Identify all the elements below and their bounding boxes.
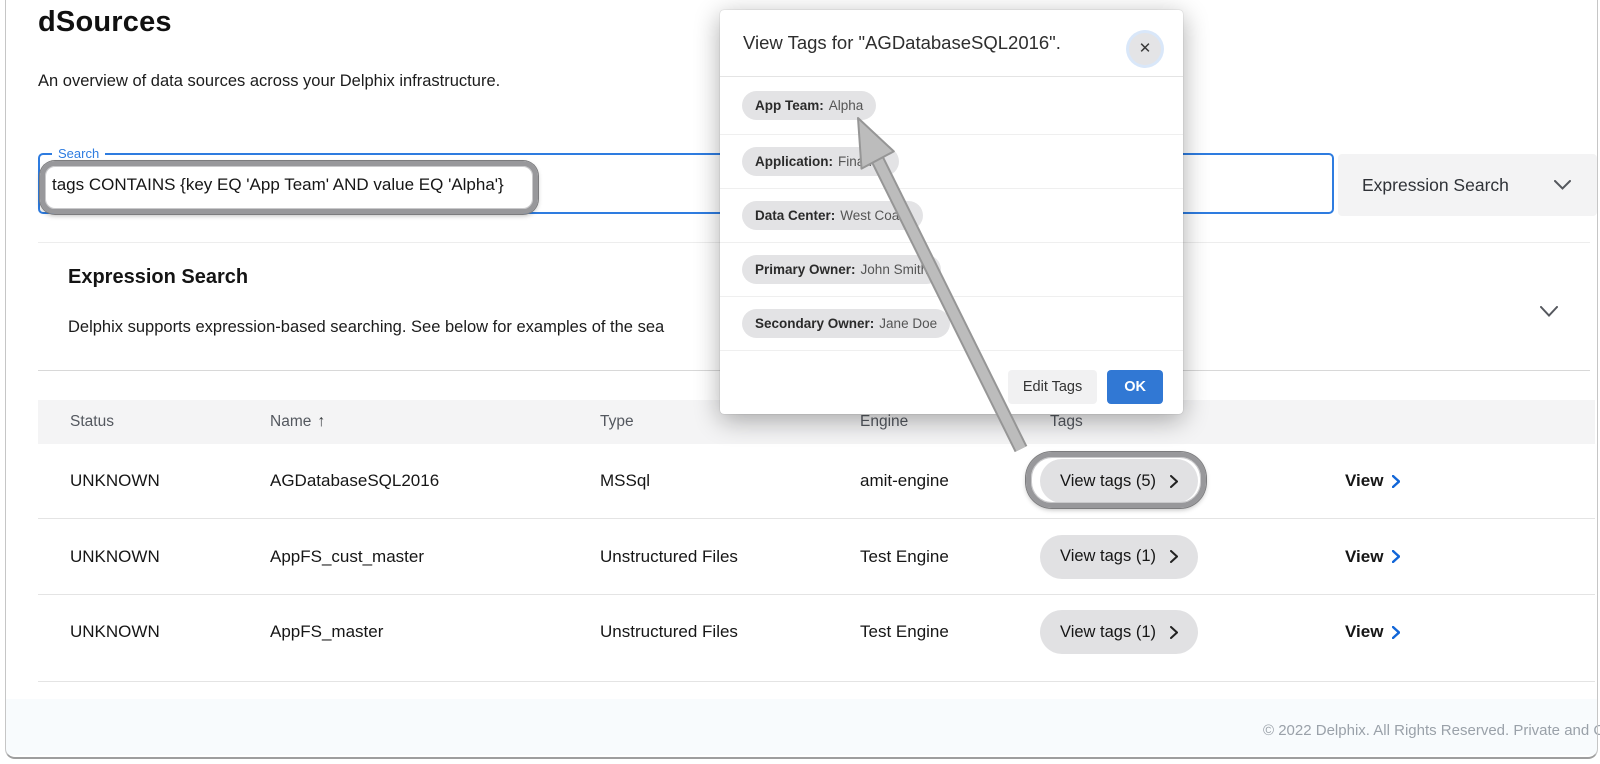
column-header-tags: Tags	[1050, 413, 1083, 431]
chevron-right-icon	[1170, 475, 1178, 488]
status-cell: UNKNOWN	[70, 622, 160, 642]
chevron-right-icon	[1392, 626, 1400, 639]
view-tags-button[interactable]: View tags (5)	[1040, 459, 1198, 503]
page-subtitle: An overview of data sources across your …	[38, 72, 500, 91]
tag-chip: Data Center:West Coast	[742, 201, 923, 230]
status-cell: UNKNOWN	[70, 547, 160, 567]
type-cell: Unstructured Files	[600, 622, 738, 642]
chevron-right-icon	[1170, 626, 1178, 639]
type-cell: Unstructured Files	[600, 547, 738, 567]
engine-link[interactable]: Test Engine	[860, 622, 949, 642]
tag-row: Data Center:West Coast	[720, 189, 1183, 243]
chevron-right-icon	[1392, 550, 1400, 563]
view-link[interactable]: View	[1345, 471, 1400, 491]
chevron-right-icon	[1392, 475, 1400, 488]
dsources-page: dSources An overview of data sources acr…	[0, 0, 1600, 764]
tag-row: Application:Finance	[720, 135, 1183, 189]
view-tags-button[interactable]: View tags (1)	[1040, 610, 1198, 654]
view-tags-button[interactable]: View tags (1)	[1040, 535, 1198, 579]
name-cell: AppFS_master	[270, 622, 383, 642]
name-cell: AGDatabaseSQL2016	[270, 471, 439, 491]
tag-row: Primary Owner:John Smith	[720, 243, 1183, 297]
type-cell: MSSql	[600, 471, 650, 491]
chevron-down-icon	[1540, 306, 1558, 317]
tag-chip: Primary Owner:John Smith	[742, 255, 941, 284]
close-icon[interactable]: ✕	[1129, 33, 1161, 65]
search-mode-dropdown[interactable]: Expression Search	[1338, 154, 1597, 216]
engine-link[interactable]: amit-engine	[860, 471, 949, 491]
sort-ascending-icon: ↑	[317, 413, 325, 430]
dialog-header: View Tags for "AGDatabaseSQL2016". ✕	[720, 10, 1183, 77]
column-header-engine: Engine	[860, 413, 908, 431]
dialog-body: App Team:Alpha Application:Finance Data …	[720, 77, 1183, 351]
tag-chip: Secondary Owner:Jane Doe	[742, 309, 950, 338]
table-row: UNKNOWN AGDatabaseSQL2016 MSSql amit-eng…	[38, 444, 1595, 519]
dialog-title: View Tags for "AGDatabaseSQL2016".	[743, 32, 1061, 54]
table-row: UNKNOWN AppFS_cust_master Unstructured F…	[38, 519, 1595, 595]
search-mode-label: Expression Search	[1362, 175, 1509, 196]
status-cell: UNKNOWN	[70, 471, 160, 491]
table-row: UNKNOWN AppFS_master Unstructured Files …	[38, 595, 1595, 682]
page-title: dSources	[38, 6, 172, 39]
section-description: Delphix supports expression-based search…	[68, 318, 664, 337]
view-tags-dialog: View Tags for "AGDatabaseSQL2016". ✕ App…	[720, 10, 1183, 414]
tag-chip: Application:Finance	[742, 147, 899, 176]
engine-link[interactable]: Test Engine	[860, 547, 949, 567]
column-header-status: Status	[70, 413, 114, 431]
name-cell: AppFS_cust_master	[270, 547, 424, 567]
column-header-type: Type	[600, 413, 634, 431]
section-collapse-toggle[interactable]	[1540, 306, 1558, 317]
chevron-down-icon	[1554, 180, 1571, 190]
view-link[interactable]: View	[1345, 547, 1400, 567]
edit-tags-button[interactable]: Edit Tags	[1008, 370, 1097, 404]
dialog-footer: Edit Tags OK	[720, 370, 1183, 404]
tag-chip: App Team:Alpha	[742, 91, 876, 120]
section-title: Expression Search	[68, 266, 248, 289]
tag-row: App Team:Alpha	[720, 77, 1183, 135]
chevron-right-icon	[1170, 550, 1178, 563]
search-field-label: Search	[52, 146, 105, 161]
view-link[interactable]: View	[1345, 622, 1400, 642]
copyright-text: © 2022 Delphix. All Rights Reserved. Pri…	[1263, 722, 1600, 739]
tag-row: Secondary Owner:Jane Doe	[720, 297, 1183, 351]
ok-button[interactable]: OK	[1107, 370, 1163, 404]
column-header-name[interactable]: Name↑	[270, 413, 325, 431]
